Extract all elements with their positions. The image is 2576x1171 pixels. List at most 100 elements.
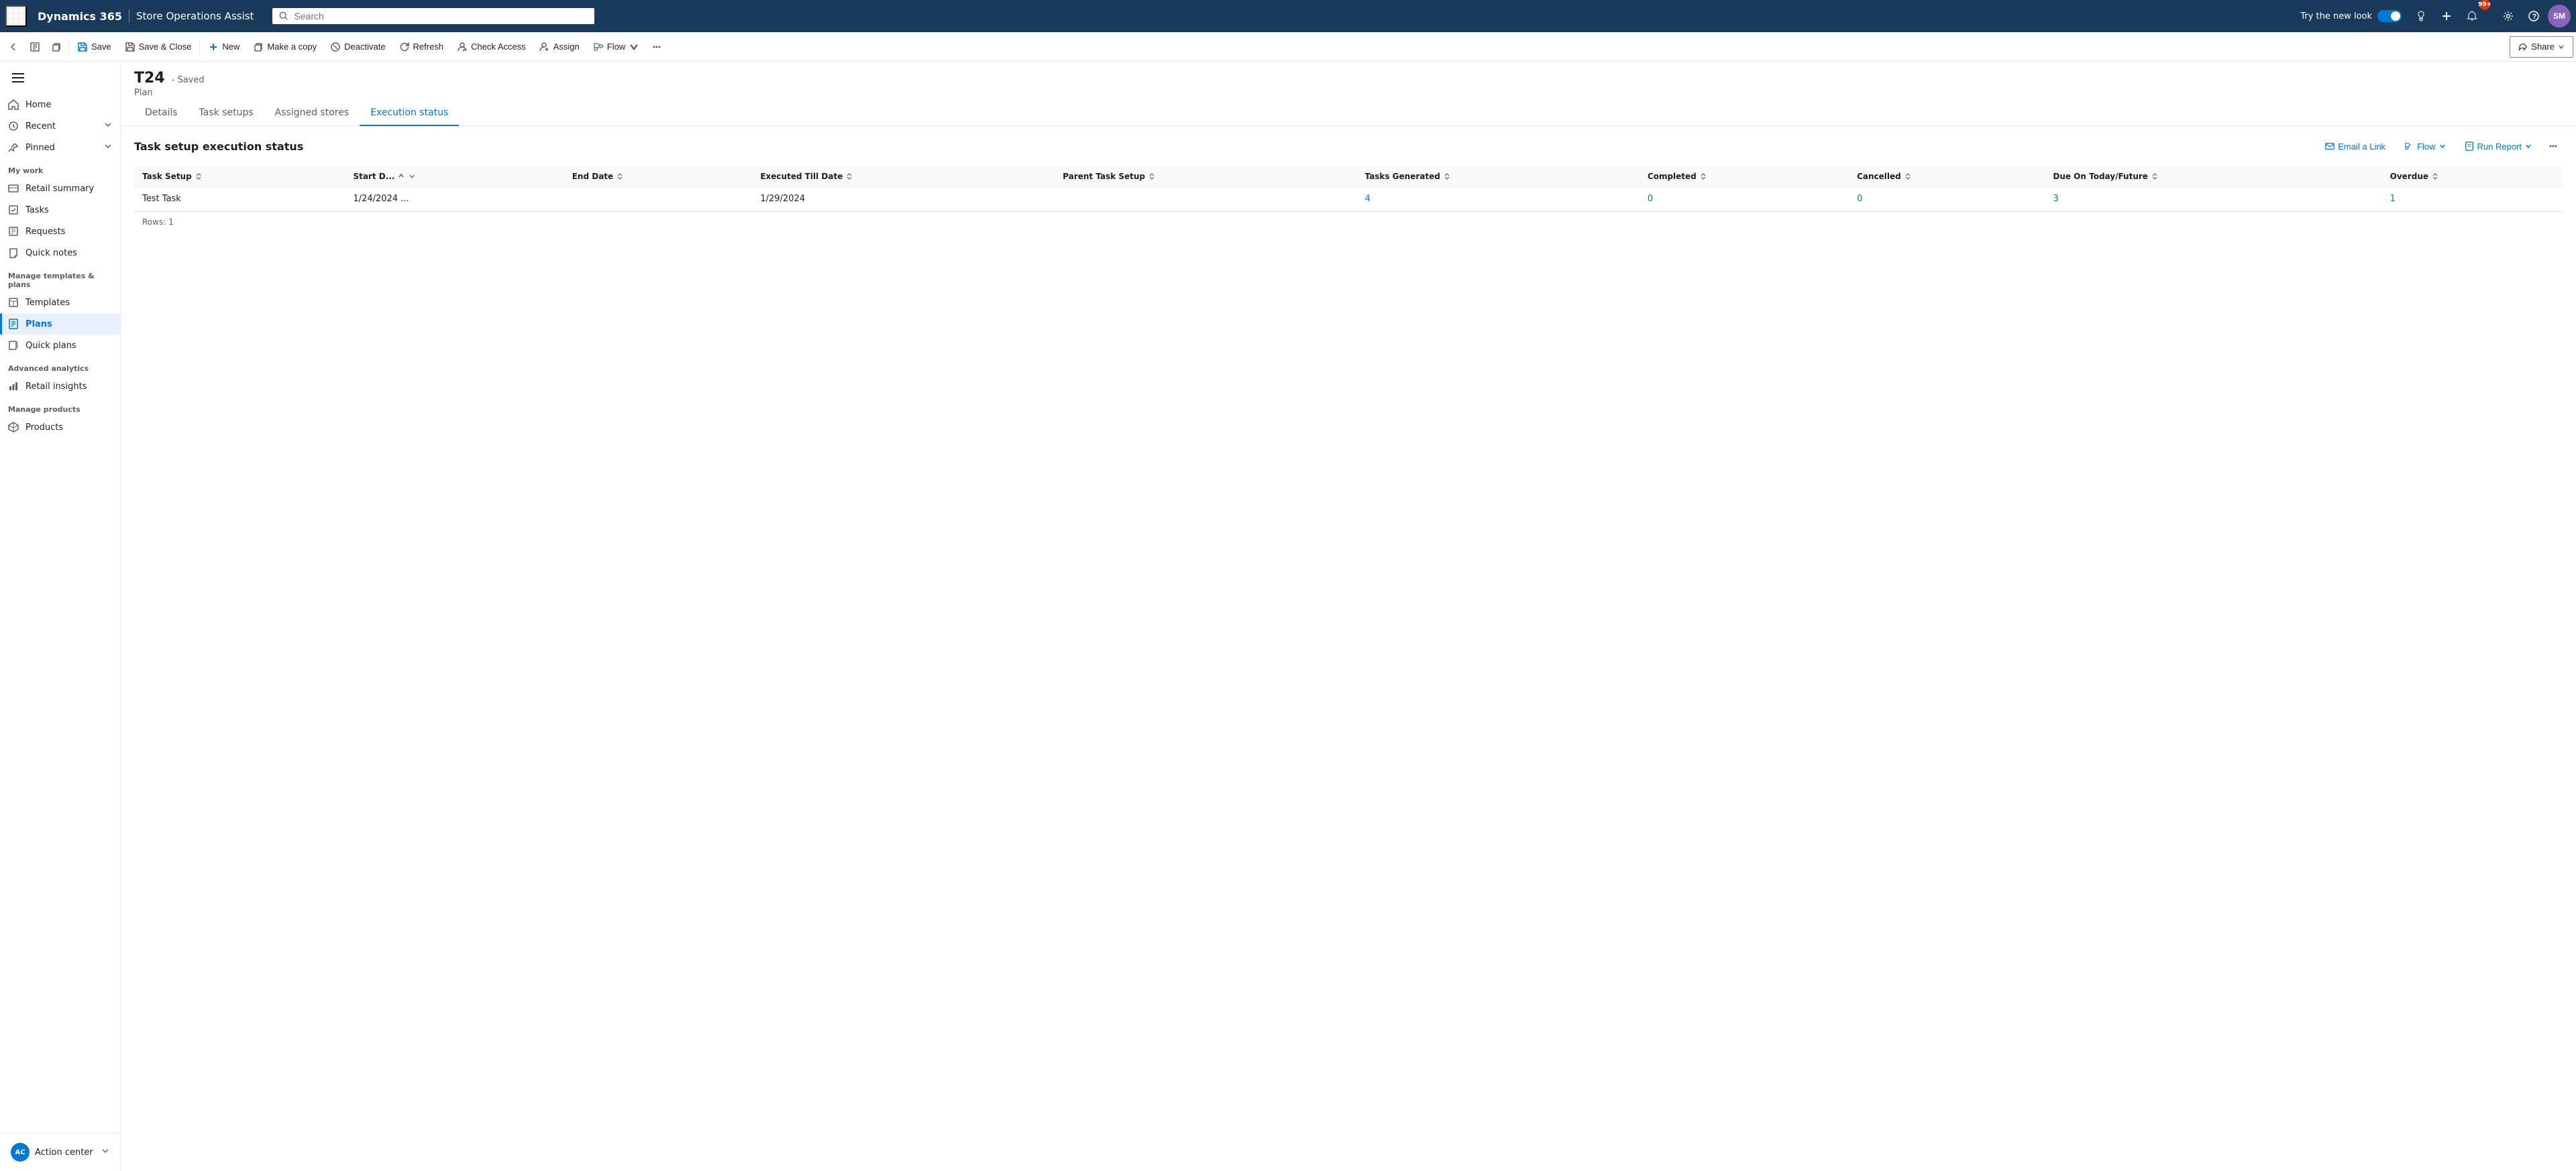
tasks-generated-link[interactable]: 4 (1365, 194, 1371, 204)
col-header-overdue[interactable]: Overdue (2382, 166, 2563, 187)
svg-text:?: ? (2532, 13, 2537, 21)
more-options-button[interactable] (646, 36, 667, 58)
cell-tasks-generated: 4 (1357, 187, 1640, 211)
section-flow-button[interactable]: Flow (2398, 138, 2452, 155)
rows-count: Rows: 1 (134, 211, 2563, 232)
tab-task-setups[interactable]: Task setups (189, 101, 264, 126)
sidebar-products-label: Products (25, 423, 63, 433)
home-icon (8, 99, 19, 110)
action-center-label: Action center (35, 1148, 93, 1158)
search-input[interactable] (294, 11, 588, 21)
sidebar-pinned-label: Pinned (25, 143, 55, 153)
user-initials: SM (2553, 11, 2565, 21)
tab-assigned-stores[interactable]: Assigned stores (264, 101, 360, 126)
flow-button[interactable]: Flow (586, 35, 646, 59)
section-more-icon (2548, 141, 2559, 152)
make-copy-button[interactable]: Make a copy (246, 35, 323, 59)
sidebar-item-home[interactable]: Home (0, 94, 120, 115)
sidebar-item-requests[interactable]: Requests (0, 221, 120, 242)
share-button[interactable]: Share (2510, 36, 2573, 58)
retail-summary-icon (8, 183, 19, 194)
sidebar-recent-label: Recent (25, 121, 56, 131)
sidebar-item-products[interactable]: Products (0, 416, 120, 438)
record-saved-status: - Saved (172, 75, 205, 85)
sidebar-item-quick-plans[interactable]: Quick plans (0, 335, 120, 356)
sort-icon-overdue (2431, 172, 2439, 180)
try-new-look-label: Try the new look (2295, 10, 2407, 22)
content-area: T24 - Saved Plan Details Task setups Ass… (121, 62, 2576, 1171)
tab-content-execution-status: Task setup execution status Email a Link… (121, 126, 2576, 1171)
sidebar-item-retail-insights[interactable]: Retail insights (0, 376, 120, 397)
section-flow-chevron-icon (2439, 143, 2446, 150)
deactivate-button[interactable]: Deactivate (323, 35, 392, 59)
recent-icon (8, 121, 19, 131)
sort-icon-due (2151, 172, 2159, 180)
save-button[interactable]: Save (70, 35, 118, 59)
email-link-button[interactable]: Email a Link (2318, 138, 2392, 155)
sidebar-item-retail-summary[interactable]: Retail summary (0, 178, 120, 199)
col-header-end-date[interactable]: End Date (564, 166, 753, 187)
refresh-button[interactable]: Refresh (392, 35, 451, 59)
main-layout: Home Recent Pinned My work Retail summar… (0, 62, 2576, 1171)
manage-templates-section-label: Manage templates & plans (0, 264, 120, 292)
dynamics-365-label[interactable]: Dynamics 365 (38, 10, 122, 23)
action-center-item[interactable]: AC Action center (5, 1139, 115, 1166)
settings-button[interactable] (2497, 5, 2520, 27)
back-button[interactable] (3, 36, 24, 58)
col-header-cancelled[interactable]: Cancelled (1849, 166, 2045, 187)
assign-button[interactable]: Assign (533, 35, 586, 59)
sort-icon-tasks-gen (1443, 172, 1451, 180)
col-header-due-today-future[interactable]: Due On Today/Future (2045, 166, 2381, 187)
action-center-chevron-icon (101, 1147, 109, 1155)
sidebar-item-templates[interactable]: Templates (0, 292, 120, 313)
completed-link[interactable]: 0 (1648, 194, 1653, 204)
sort-icon-task-setup (195, 172, 203, 180)
lightbulb-button[interactable] (2410, 5, 2432, 27)
add-button[interactable] (2435, 5, 2458, 27)
sidebar-quick-notes-label: Quick notes (25, 248, 77, 258)
cell-parent-task-setup (1055, 187, 1356, 211)
sidebar-item-tasks[interactable]: Tasks (0, 199, 120, 221)
col-header-completed[interactable]: Completed (1640, 166, 1849, 187)
help-button[interactable]: ? (2522, 5, 2545, 27)
tab-execution-status[interactable]: Execution status (360, 101, 459, 126)
col-header-executed-till-date[interactable]: Executed Till Date (752, 166, 1055, 187)
waffle-menu-button[interactable] (5, 5, 27, 27)
waffle-icon (9, 9, 23, 23)
section-more-button[interactable] (2544, 137, 2563, 156)
action-center-avatar: AC (11, 1143, 30, 1162)
view-record-button[interactable] (24, 36, 46, 58)
user-avatar-button[interactable]: SM (2548, 5, 2571, 27)
advanced-analytics-section-label: Advanced analytics (0, 356, 120, 376)
duplicate-view-button[interactable] (46, 36, 67, 58)
sidebar-item-recent[interactable]: Recent (0, 115, 120, 137)
sidebar-item-pinned[interactable]: Pinned (0, 137, 120, 158)
overdue-link[interactable]: 1 (2390, 194, 2396, 204)
record-title: T24 (134, 70, 165, 87)
sort-icon-cancelled (1904, 172, 1912, 180)
sidebar-item-plans[interactable]: Plans (0, 313, 120, 335)
email-icon (2325, 142, 2334, 151)
col-header-task-setup[interactable]: Task Setup (134, 166, 345, 187)
run-report-button[interactable]: Run Report (2458, 138, 2538, 155)
cancelled-link[interactable]: 0 (1857, 194, 1862, 204)
try-new-look-toggle[interactable] (2377, 10, 2402, 22)
sidebar-toggle-button[interactable] (0, 62, 120, 94)
check-access-button[interactable]: Check Access (450, 35, 533, 59)
cell-executed-till-date: 1/29/2024 (752, 187, 1055, 211)
sidebar: Home Recent Pinned My work Retail summar… (0, 62, 121, 1171)
col-header-parent-task-setup[interactable]: Parent Task Setup (1055, 166, 1356, 187)
record-header: T24 - Saved Plan (121, 62, 2576, 98)
due-today-future-link[interactable]: 3 (2053, 194, 2058, 204)
save-close-button[interactable]: Save & Close (118, 35, 199, 59)
new-button[interactable]: New (201, 35, 246, 59)
top-nav-bar: Dynamics 365 Store Operations Assist Try… (0, 0, 2576, 32)
tab-details[interactable]: Details (134, 101, 189, 126)
sort-icon-parent (1148, 172, 1156, 180)
col-header-tasks-generated[interactable]: Tasks Generated (1357, 166, 1640, 187)
sidebar-item-quick-notes[interactable]: Quick notes (0, 242, 120, 264)
flow-chevron-icon (629, 42, 639, 52)
col-header-start-date[interactable]: Start D... (345, 166, 564, 187)
execution-status-table: Task Setup Start D... (134, 166, 2563, 211)
sort-icon-completed (1699, 172, 1707, 180)
